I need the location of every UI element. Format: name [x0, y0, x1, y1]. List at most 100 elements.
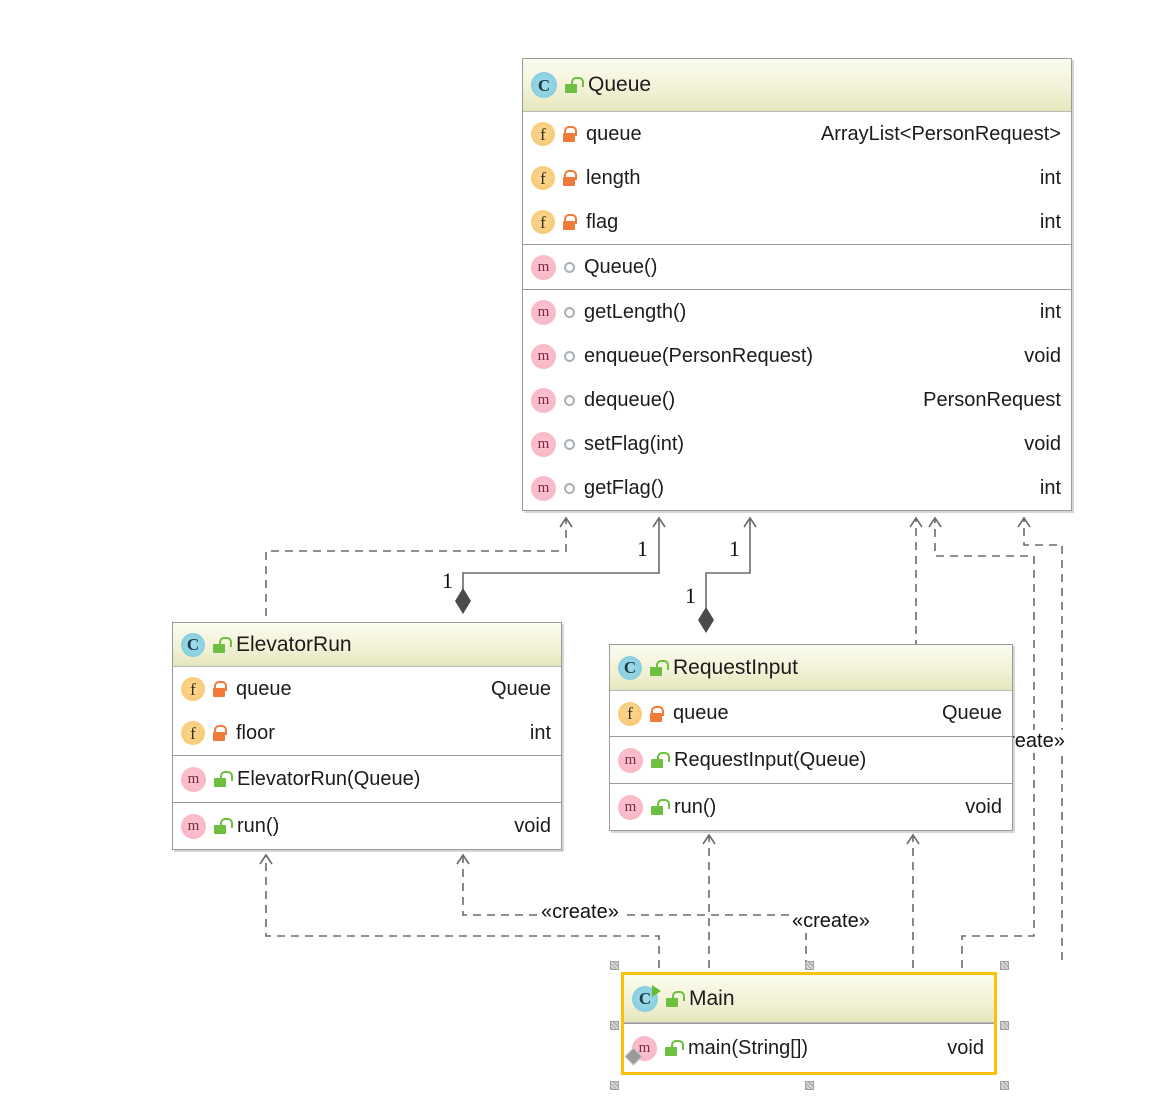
class-header-queue: Queue — [523, 59, 1071, 112]
class-box-main[interactable]: Main main(String[]) void — [621, 972, 997, 1075]
selection-handle-n[interactable] — [805, 961, 814, 970]
class-name-requestinput: RequestInput — [673, 655, 798, 679]
field-icon — [618, 701, 642, 726]
class-icon-runnable — [632, 984, 661, 1012]
field-icon — [531, 122, 555, 146]
field-row[interactable]: queue Queue — [610, 691, 1012, 736]
methods-section-main: main(String[]) void — [624, 1023, 994, 1072]
field-name: flag — [586, 210, 619, 233]
method-row[interactable]: run() void — [610, 784, 1012, 830]
class-box-elevatorrun[interactable]: ElevatorRun queue Queue floor int — [172, 622, 562, 850]
field-icon — [531, 210, 555, 234]
method-row[interactable]: getLength() int — [523, 290, 1071, 334]
field-row[interactable]: queue Queue — [173, 667, 561, 711]
method-icon — [181, 766, 206, 792]
method-name: run() — [674, 795, 717, 818]
field-type: int — [529, 721, 551, 744]
fields-section-elevatorrun: queue Queue floor int — [173, 667, 561, 755]
method-name: enqueue(PersonRequest) — [584, 344, 814, 367]
composition-diamond-elevatorrun — [455, 588, 471, 614]
unlock-icon — [664, 990, 685, 1007]
field-name: floor — [236, 721, 275, 744]
methods-section-requestinput: run() void — [610, 783, 1012, 830]
method-name: dequeue() — [584, 388, 676, 411]
field-type: Queue — [490, 677, 551, 700]
override-marker-icon — [624, 1046, 643, 1066]
selection-handle-ne[interactable] — [1000, 961, 1009, 970]
unlock-icon — [649, 752, 670, 768]
uml-diagram-canvas: Queue : dependency (dashed), far left ro… — [0, 0, 1176, 1120]
methods-section-queue: getLength() int enqueue(PersonRequest) v… — [523, 289, 1071, 510]
method-icon — [181, 813, 206, 839]
method-row[interactable]: main(String[]) void — [624, 1024, 994, 1072]
method-type: int — [1039, 300, 1061, 323]
field-row[interactable]: flag int — [523, 200, 1071, 244]
method-icon — [531, 254, 556, 280]
class-name-main: Main — [689, 986, 735, 1010]
field-icon — [181, 677, 205, 701]
edge-requestinput-queue-composition — [705, 516, 757, 608]
selection-handle-se[interactable] — [1000, 1081, 1009, 1090]
class-header-requestinput: RequestInput — [610, 645, 1012, 691]
field-icon — [531, 166, 555, 190]
method-icon-override — [624, 1035, 657, 1066]
constructor-name: Queue() — [584, 255, 658, 278]
field-row[interactable]: length int — [523, 156, 1071, 200]
method-row[interactable]: enqueue(PersonRequest) void — [523, 334, 1071, 378]
unlock-icon — [648, 659, 669, 676]
class-icon — [618, 655, 642, 680]
method-type: PersonRequest — [923, 388, 1061, 411]
package-dot-icon — [564, 261, 575, 273]
lock-icon — [561, 170, 577, 186]
method-row[interactable]: setFlag(int) void — [523, 422, 1071, 466]
selection-handle-s[interactable] — [805, 1081, 814, 1090]
methods-section-elevatorrun: run() void — [173, 802, 561, 849]
lock-icon — [211, 725, 227, 741]
selection-handle-sw[interactable] — [610, 1081, 619, 1090]
selection-handle-w[interactable] — [610, 1021, 619, 1030]
field-row[interactable]: queue ArrayList<PersonRequest> — [523, 112, 1071, 156]
field-type: Queue — [941, 702, 1002, 724]
unlock-icon — [212, 771, 233, 787]
constructor-row[interactable]: ElevatorRun(Queue) — [173, 756, 561, 802]
method-type: void — [947, 1036, 984, 1059]
create-stereotype-mid: «create» — [789, 910, 873, 933]
package-dot-icon — [564, 306, 575, 318]
method-name: run() — [237, 814, 280, 837]
method-icon — [531, 431, 556, 457]
lock-icon — [211, 681, 227, 697]
class-name-queue: Queue — [588, 73, 652, 96]
selection-handle-nw[interactable] — [610, 961, 619, 970]
fields-section-queue: queue ArrayList<PersonRequest> length in… — [523, 112, 1071, 244]
run-arrow-icon — [652, 984, 661, 997]
constructors-section-elevatorrun: ElevatorRun(Queue) — [173, 755, 561, 802]
multiplicity-label-queue-mid: 1 — [634, 536, 651, 562]
method-name: getFlag() — [584, 476, 665, 499]
method-name: getLength() — [584, 300, 687, 323]
field-row[interactable]: floor int — [173, 711, 561, 755]
lock-icon — [561, 126, 577, 142]
lock-icon — [561, 214, 577, 230]
multiplicity-label-elevatorrun: 1 — [439, 568, 456, 594]
method-icon — [531, 299, 556, 325]
class-box-queue[interactable]: Queue queue ArrayList<PersonRequest> len… — [522, 58, 1072, 511]
class-icon — [531, 72, 557, 98]
constructor-row[interactable]: RequestInput(Queue) — [610, 737, 1012, 783]
package-dot-icon — [564, 350, 575, 362]
unlock-icon — [663, 1040, 684, 1056]
class-icon — [181, 632, 205, 657]
constructor-name: ElevatorRun(Queue) — [237, 767, 421, 790]
class-header-main: Main — [624, 975, 994, 1023]
method-row[interactable]: run() void — [173, 803, 561, 849]
method-row[interactable]: getFlag() int — [523, 466, 1071, 510]
lock-icon — [648, 705, 664, 722]
selection-handle-e[interactable] — [1000, 1021, 1009, 1030]
package-dot-icon — [564, 438, 575, 450]
method-name: setFlag(int) — [584, 432, 685, 455]
method-row[interactable]: dequeue() PersonRequest — [523, 378, 1071, 422]
class-name-elevatorrun: ElevatorRun — [236, 632, 352, 656]
class-box-requestinput[interactable]: RequestInput queue Queue RequestInput(Qu… — [609, 644, 1013, 831]
method-icon — [531, 387, 556, 413]
constructor-row[interactable]: Queue() — [523, 245, 1071, 289]
unlock-icon — [211, 636, 232, 653]
